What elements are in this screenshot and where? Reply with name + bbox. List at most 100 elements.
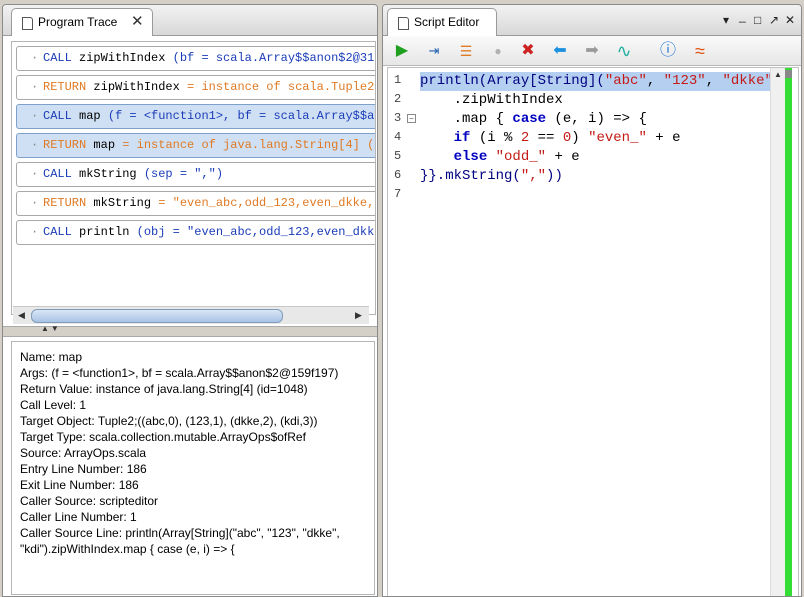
detail-line: Target Type: scala.collection.mutable.Ar… bbox=[20, 430, 306, 444]
bullet: · bbox=[31, 225, 39, 239]
trace-function: zipWithIndex bbox=[93, 80, 180, 94]
document-icon bbox=[398, 17, 409, 30]
code-token: (e, i) => { bbox=[546, 111, 647, 127]
wave-icon[interactable]: ∿ bbox=[613, 40, 635, 62]
trace-row[interactable]: · CALL mkString (sep = ",") bbox=[16, 162, 375, 187]
forward-icon[interactable]: ➡ bbox=[581, 40, 603, 62]
code-line-4[interactable]: if (i % 2 == 0) "even_" + e bbox=[420, 129, 681, 148]
trace-text: CALL println (obj = "even_abc,odd_123,ev… bbox=[43, 221, 375, 244]
code-keyword: if bbox=[453, 130, 471, 146]
close-icon[interactable]: ✕ bbox=[131, 12, 144, 30]
trace-function: mkString bbox=[79, 167, 137, 181]
debug-icon[interactable]: ✖ bbox=[517, 40, 539, 62]
bullet: · bbox=[31, 167, 39, 181]
code-string: "abc" bbox=[604, 73, 647, 89]
stop-icon[interactable]: ● bbox=[487, 40, 509, 62]
horizontal-scrollbar[interactable]: ◀ ▶ bbox=[13, 306, 369, 324]
code-keyword: else bbox=[453, 149, 488, 165]
code-token: .map { bbox=[420, 111, 513, 127]
bullet: · bbox=[31, 80, 39, 94]
trace-row[interactable]: · RETURN mkString = "even_abc,odd_123,eve… bbox=[16, 191, 375, 216]
splitter-arrows-icon[interactable]: ▲▼ bbox=[41, 324, 61, 333]
line-number-gutter: 1 2 3 4 5 6 7 − bbox=[388, 68, 416, 596]
trace-keyword: RETURN bbox=[43, 80, 87, 94]
code-token: }}.mkString( bbox=[420, 168, 521, 184]
detail-line: Args: (f = <function1>, bf = scala.Array… bbox=[20, 366, 339, 380]
tab-script-editor[interactable]: Script Editor bbox=[387, 8, 497, 36]
code-token: + e bbox=[646, 130, 681, 146]
trace-row[interactable]: · RETURN zipWithIndex = instance of scala… bbox=[16, 75, 375, 100]
run-icon[interactable]: ▶ bbox=[391, 40, 413, 62]
trace-row[interactable]: · RETURN map = instance of java.lang.Stri… bbox=[16, 133, 375, 158]
trace-keyword: RETURN bbox=[43, 196, 87, 210]
trace-row[interactable]: · CALL println (obj = "even_abc,odd_123,e… bbox=[16, 220, 375, 245]
bullet: · bbox=[31, 109, 39, 123]
code-token: == bbox=[529, 130, 563, 146]
trace-row[interactable]: · CALL map (f = <function1>, bf = scala.A… bbox=[16, 104, 375, 129]
maximize-icon[interactable]: □ bbox=[754, 13, 761, 27]
editor-toolbar: ▶ ⇥ ☰ ● ✖ ⬅ ➡ ∿ ⓘ ≈ bbox=[383, 36, 801, 66]
line-number: 1 bbox=[394, 73, 402, 87]
trace-keyword: RETURN bbox=[43, 138, 87, 152]
overview-ruler[interactable] bbox=[785, 68, 792, 596]
trace-details-panel: Name: map Args: (f = <function1>, bf = sc… bbox=[11, 341, 375, 595]
vertical-scrollbar[interactable]: ▲ bbox=[770, 68, 785, 596]
scroll-right-icon[interactable]: ▶ bbox=[352, 309, 365, 322]
scroll-up-icon[interactable]: ▲ bbox=[771, 70, 785, 82]
code-string: "dkke" bbox=[722, 73, 773, 89]
trace-row[interactable]: · CALL zipWithIndex (bf = scala.Array$$an… bbox=[16, 46, 375, 71]
scroll-left-icon[interactable]: ◀ bbox=[15, 309, 28, 322]
view-menu-icon[interactable]: ▾ bbox=[723, 13, 729, 27]
minimize-icon[interactable]: _ bbox=[739, 9, 746, 23]
script-editor-view: Script Editor ▾ _ □ ↗ ✕ ▶ ⇥ ☰ ● ✖ ⬅ ➡ ∿ … bbox=[382, 4, 802, 597]
trace-text: RETURN mkString = "even_abc,odd_123,even… bbox=[43, 192, 375, 215]
back-icon[interactable]: ⬅ bbox=[549, 40, 571, 62]
trace-args: (f = <function1>, bf = scala.Array$$anon… bbox=[107, 109, 375, 123]
code-line-3[interactable]: .map { case (e, i) => { bbox=[420, 110, 647, 129]
detail-line: Source: ArrayOps.scala bbox=[20, 446, 147, 460]
detach-icon[interactable]: ↗ bbox=[769, 13, 779, 27]
trace-function: mkString bbox=[93, 196, 152, 210]
fold-collapse-icon[interactable]: − bbox=[407, 114, 416, 123]
scala-icon[interactable]: ≈ bbox=[689, 40, 711, 62]
code-line-1[interactable]: println(Array[String]("abc", "123", "dkk… bbox=[420, 72, 782, 91]
code-line-2[interactable]: .zipWithIndex bbox=[420, 91, 563, 110]
overview-ruler-indicator bbox=[785, 70, 792, 78]
code-line-6[interactable]: }}.mkString(",")) bbox=[420, 167, 563, 186]
line-number: 4 bbox=[394, 130, 402, 144]
trace-text: CALL mkString (sep = ",") bbox=[43, 163, 223, 186]
program-trace-view: Program Trace ✕ · CALL zipWithIndex (bf =… bbox=[2, 4, 378, 597]
line-number: 6 bbox=[394, 168, 402, 182]
close-icon[interactable]: ✕ bbox=[785, 13, 795, 27]
line-number: 5 bbox=[394, 149, 402, 163]
detail-line: Return Value: instance of java.lang.Stri… bbox=[20, 382, 308, 396]
code-string: "even_" bbox=[588, 130, 647, 146]
code-string: "odd_" bbox=[495, 149, 547, 165]
code-editor[interactable]: 1 2 3 4 5 6 7 − println(Array[String]("a… bbox=[387, 67, 799, 596]
trace-function: map bbox=[93, 138, 116, 152]
step-icon[interactable]: ⇥ bbox=[423, 40, 445, 62]
code-token: (i % bbox=[470, 130, 521, 146]
trace-text: RETURN zipWithIndex = instance of scala.… bbox=[43, 76, 375, 99]
code-string: "123" bbox=[663, 73, 706, 89]
code-token: , bbox=[646, 73, 664, 89]
info-icon[interactable]: ⓘ bbox=[657, 40, 679, 62]
line-number: 2 bbox=[394, 92, 402, 106]
code-number: 2 bbox=[520, 130, 530, 146]
scroll-thumb[interactable] bbox=[31, 309, 283, 323]
detail-line: "kdi").zipWithIndex.map { case (e, i) =>… bbox=[20, 542, 235, 556]
code-token: .zipWithIndex bbox=[420, 92, 563, 108]
detail-line: Call Level: 1 bbox=[20, 398, 87, 412]
code-token: , bbox=[705, 73, 723, 89]
trace-keyword: CALL bbox=[43, 109, 72, 123]
step-into-icon[interactable]: ☰ bbox=[455, 40, 477, 62]
detail-line: Caller Line Number: 1 bbox=[20, 510, 137, 524]
tab-program-trace[interactable]: Program Trace ✕ bbox=[11, 8, 153, 36]
code-area[interactable]: println(Array[String]("abc", "123", "dkk… bbox=[420, 68, 782, 596]
trace-keyword: CALL bbox=[43, 51, 72, 65]
sash-splitter[interactable]: ▲▼ bbox=[3, 324, 377, 337]
code-line-5[interactable]: else "odd_" + e bbox=[420, 148, 580, 167]
